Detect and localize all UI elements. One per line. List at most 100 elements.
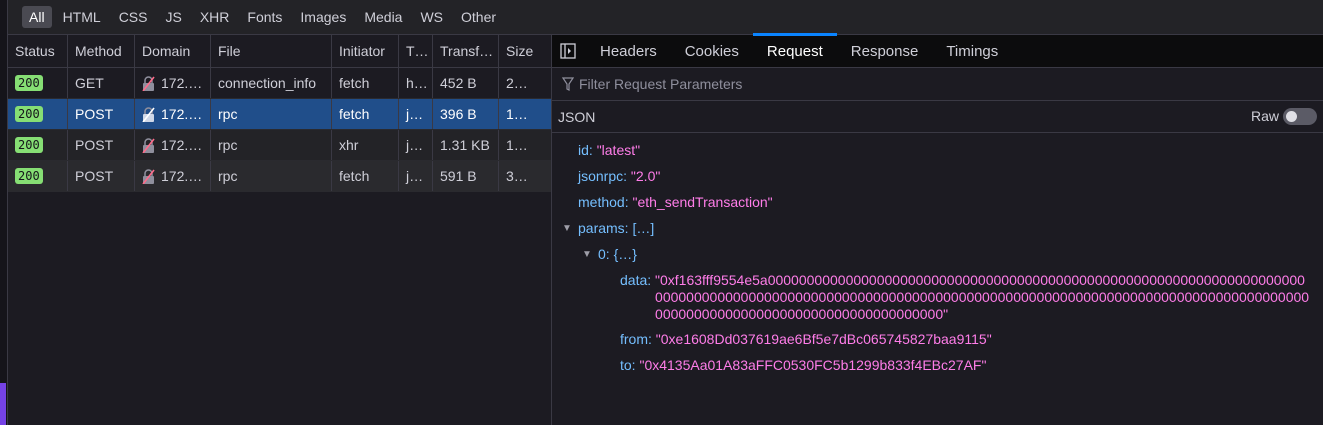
filter-icon [562, 77, 574, 91]
cell-type: j… [399, 161, 433, 191]
request-details-panel: Headers Cookies Request Response Timings… [551, 33, 1323, 425]
cell-initiator: fetch [332, 99, 399, 129]
cell-file: rpc [211, 130, 332, 160]
json-section-header: JSON Raw [552, 101, 1323, 133]
filter-other[interactable]: Other [454, 6, 503, 28]
cell-method: POST [68, 99, 135, 129]
tab-request[interactable]: Request [752, 33, 837, 67]
key: from: [620, 331, 652, 347]
cell-transferred: 452 B [433, 68, 499, 98]
filter-html[interactable]: HTML [56, 6, 108, 28]
value: "eth_sendTransaction" [632, 194, 773, 210]
toggle-sidebar-icon[interactable] [552, 43, 586, 59]
col-method[interactable]: Method [68, 35, 135, 67]
cell-status: 200 [8, 130, 68, 160]
json-label: JSON [558, 108, 596, 125]
filter-images[interactable]: Images [293, 6, 353, 28]
filter-request-parameters[interactable]: Filter Request Parameters [552, 68, 1323, 101]
value: "latest" [596, 142, 641, 158]
cell-domain: 172.… [135, 68, 211, 98]
filter-input-placeholder[interactable]: Filter Request Parameters [579, 76, 742, 92]
table-row[interactable]: 200 POST 172.… rpc xhr j… 1.31 KB 1… [8, 130, 551, 161]
table-header: Status Method Domain File Initiator T… T… [8, 35, 551, 68]
cell-status: 200 [8, 99, 68, 129]
tab-timings[interactable]: Timings [932, 35, 1012, 67]
request-list: Status Method Domain File Initiator T… T… [8, 35, 551, 425]
raw-toggle-switch[interactable] [1283, 108, 1317, 126]
filter-all[interactable]: All [22, 6, 52, 28]
key: params: [578, 220, 629, 236]
cell-domain: 172.… [135, 130, 211, 160]
tree-row-jsonrpc[interactable]: jsonrpc: "2.0" [552, 163, 1323, 189]
accent-strip [0, 383, 6, 425]
value: {…} [613, 246, 637, 262]
cell-method: POST [68, 161, 135, 191]
key: to: [620, 357, 636, 373]
domain-text: 172.… [161, 168, 203, 184]
tree-row-data[interactable]: data: "0xf163fff9554e5a00000000000000000… [552, 272, 1323, 323]
col-file[interactable]: File [211, 35, 332, 67]
domain-text: 172.… [161, 106, 203, 122]
filter-xhr[interactable]: XHR [193, 6, 237, 28]
key: 0: [598, 246, 610, 262]
col-status[interactable]: Status [8, 35, 68, 67]
col-initiator[interactable]: Initiator [332, 35, 399, 67]
domain-text: 172.… [161, 75, 203, 91]
tree-row-method[interactable]: method: "eth_sendTransaction" [552, 189, 1323, 215]
tree-row-0[interactable]: ▼ 0: {…} [552, 241, 1323, 267]
cell-transferred: 591 B [433, 161, 499, 191]
cell-file: connection_info [211, 68, 332, 98]
cell-status: 200 [8, 161, 68, 191]
filter-media[interactable]: Media [357, 6, 409, 28]
tab-headers[interactable]: Headers [586, 35, 671, 67]
cell-domain: 172.… [135, 161, 211, 191]
table-row[interactable]: 200 POST 172.… rpc fetch j… 396 B 1… [8, 99, 551, 130]
json-tree: id: "latest" jsonrpc: "2.0" method: "eth… [552, 133, 1323, 378]
cell-size: 2… [506, 75, 528, 91]
tree-row-to[interactable]: to: "0x4135Aa01A83aFFC0530FC5b1299b833f4… [552, 352, 1323, 378]
col-transferred[interactable]: Transf… [433, 35, 499, 67]
status-badge: 200 [15, 106, 43, 122]
value: "0xf163fff9554e5a00000000000000000000000… [655, 272, 1310, 322]
expand-triangle-icon[interactable]: ▼ [562, 223, 578, 234]
filter-ws[interactable]: WS [413, 6, 450, 28]
cell-initiator: fetch [332, 68, 399, 98]
status-badge: 200 [15, 137, 43, 153]
cell-method: GET [68, 68, 135, 98]
filter-js[interactable]: JS [158, 6, 188, 28]
filter-css[interactable]: CSS [112, 6, 155, 28]
table-row[interactable]: 200 POST 172.… rpc fetch j… 591 B 3… [8, 161, 551, 192]
tree-row-params[interactable]: ▼ params: […] [552, 215, 1323, 241]
value: "0xe1608Dd037619ae6Bf5e7dBc065745827baa9… [655, 331, 992, 347]
tree-row-id[interactable]: id: "latest" [552, 137, 1323, 163]
tab-cookies[interactable]: Cookies [671, 35, 753, 67]
raw-toggle[interactable]: Raw [1251, 108, 1317, 126]
key: jsonrpc: [578, 168, 628, 184]
cell-initiator: xhr [332, 130, 399, 160]
cell-transferred: 1.31 KB [433, 130, 499, 160]
filter-fonts[interactable]: Fonts [240, 6, 289, 28]
cell-size: 1… [506, 106, 528, 122]
cell-type: j… [399, 130, 433, 160]
table-row[interactable]: 200 GET 172.… connection_info fetch h… 452 B 2… [8, 68, 551, 99]
status-badge: 200 [15, 168, 43, 184]
key: method: [578, 194, 629, 210]
key: id: [578, 142, 593, 158]
tab-response[interactable]: Response [837, 35, 933, 67]
cell-file: rpc [211, 99, 332, 129]
cell-initiator: fetch [332, 161, 399, 191]
raw-label: Raw [1250, 107, 1279, 124]
domain-text: 172.… [161, 137, 203, 153]
expand-triangle-icon[interactable]: ▼ [582, 249, 598, 260]
cell-transferred: 396 B [433, 99, 499, 129]
col-size[interactable]: Size [499, 35, 551, 67]
cell-size: 3… [506, 168, 528, 184]
cell-method: POST [68, 130, 135, 160]
insecure-lock-icon [142, 137, 155, 153]
col-type[interactable]: T… [399, 35, 433, 67]
insecure-lock-icon [142, 106, 155, 122]
status-badge: 200 [15, 75, 43, 91]
col-domain[interactable]: Domain [135, 35, 211, 67]
tree-row-from[interactable]: from: "0xe1608Dd037619ae6Bf5e7dBc0657458… [552, 326, 1323, 352]
value: "0x4135Aa01A83aFFC0530FC5b1299b833f4EBc2… [639, 357, 987, 373]
